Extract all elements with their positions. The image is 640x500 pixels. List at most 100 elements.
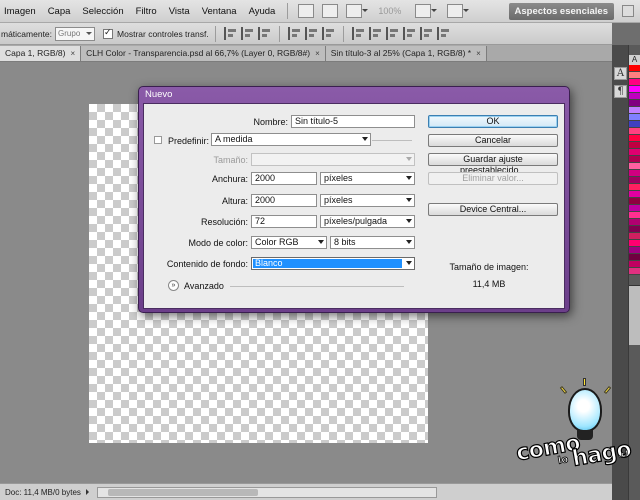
- distribute-center-icon[interactable]: [419, 27, 433, 40]
- horizontal-scrollbar[interactable]: [96, 486, 437, 498]
- lightbulb-icon: [568, 388, 602, 432]
- align-bottom-icon[interactable]: [257, 27, 271, 40]
- name-label: Nombre:: [253, 117, 288, 127]
- device-central-button[interactable]: Device Central...: [428, 203, 558, 216]
- distribute-right-icon[interactable]: [436, 27, 450, 40]
- menu-seleccion[interactable]: Selección: [76, 6, 129, 17]
- color-swatch[interactable]: [629, 65, 640, 72]
- width-unit-dropdown[interactable]: píxeles: [320, 172, 415, 185]
- menu-capa[interactable]: Capa: [42, 6, 77, 17]
- color-swatch[interactable]: [629, 114, 640, 121]
- distribute-top-icon[interactable]: [351, 27, 365, 40]
- workspace-switcher[interactable]: Aspectos esenciales: [508, 3, 614, 20]
- color-swatch[interactable]: [629, 149, 640, 156]
- menu-vista[interactable]: Vista: [163, 6, 196, 17]
- save-preset-button[interactable]: Guardar ajuste preestablecido...: [428, 153, 558, 175]
- color-swatch[interactable]: [629, 100, 640, 107]
- color-swatch[interactable]: [629, 163, 640, 170]
- preset-dropdown[interactable]: A medida: [211, 133, 371, 146]
- color-swatch[interactable]: [629, 254, 640, 261]
- ok-button[interactable]: OK: [428, 115, 558, 128]
- height-input[interactable]: 2000: [251, 194, 317, 207]
- distribute-left-icon[interactable]: [402, 27, 416, 40]
- color-swatch[interactable]: [629, 128, 640, 135]
- color-swatch[interactable]: [629, 86, 640, 93]
- expand-advanced-icon[interactable]: »: [168, 280, 179, 291]
- document-tabs: Capa 1, RGB/8) × CLH Color - Transparenc…: [0, 45, 612, 62]
- bridge-icon[interactable]: [298, 4, 315, 18]
- resolution-input[interactable]: 72: [251, 215, 317, 228]
- background-contents-dropdown[interactable]: Blanco: [251, 257, 415, 270]
- color-swatch[interactable]: [629, 198, 640, 205]
- menu-imagen[interactable]: Imagen: [0, 6, 42, 17]
- color-swatch[interactable]: [629, 219, 640, 226]
- color-swatch[interactable]: [629, 233, 640, 240]
- cancel-button[interactable]: Cancelar: [428, 134, 558, 147]
- scrollbar-thumb[interactable]: [107, 488, 258, 496]
- resolution-unit-value: píxeles/pulgada: [324, 216, 388, 226]
- align-top-icon[interactable]: [223, 27, 237, 40]
- close-icon[interactable]: ×: [315, 46, 320, 61]
- color-swatch[interactable]: [629, 72, 640, 79]
- color-swatch[interactable]: [629, 170, 640, 177]
- align-middle-icon[interactable]: [240, 27, 254, 40]
- close-icon[interactable]: ×: [70, 46, 75, 61]
- advanced-label: Avanzado: [184, 281, 224, 291]
- paragraph-panel-icon[interactable]: ¶: [614, 85, 627, 98]
- show-transform-checkbox[interactable]: [103, 27, 114, 39]
- tab-document-3[interactable]: Sin título-3 al 25% (Capa 1, RGB/8) * ×: [325, 46, 487, 61]
- menu-filtro[interactable]: Filtro: [130, 6, 163, 17]
- resolution-unit-dropdown[interactable]: píxeles/pulgada: [320, 215, 415, 228]
- status-menu-arrow-icon[interactable]: [85, 487, 93, 497]
- align-right-icon[interactable]: [321, 27, 335, 40]
- panel-options-icon[interactable]: [622, 5, 634, 17]
- color-swatch[interactable]: [629, 212, 640, 219]
- fieldset-top-line: [372, 140, 412, 141]
- auto-select-dropdown[interactable]: Grupo: [55, 26, 96, 41]
- distribute-middle-icon[interactable]: [368, 27, 382, 40]
- arrange-documents-icon[interactable]: [415, 4, 438, 18]
- color-swatch[interactable]: [629, 156, 640, 163]
- screen-mode-icon[interactable]: [447, 4, 470, 18]
- new-document-dialog: Nuevo Nombre: Sin título-5 Predefinir: A…: [138, 86, 570, 313]
- color-swatch[interactable]: [629, 135, 640, 142]
- bit-depth-dropdown[interactable]: 8 bits: [330, 236, 415, 249]
- color-swatch[interactable]: [629, 205, 640, 212]
- extras-icon[interactable]: [346, 4, 369, 18]
- color-swatch[interactable]: [629, 268, 640, 275]
- name-input[interactable]: Sin título-5: [291, 115, 415, 128]
- color-swatch[interactable]: [629, 261, 640, 268]
- color-swatch[interactable]: [629, 79, 640, 86]
- color-swatch[interactable]: [629, 121, 640, 128]
- height-unit-dropdown[interactable]: píxeles: [320, 194, 415, 207]
- color-mode-dropdown[interactable]: Color RGB: [251, 236, 327, 249]
- color-swatch[interactable]: [629, 93, 640, 100]
- width-input[interactable]: 2000: [251, 172, 317, 185]
- chevron-down-icon: [406, 240, 412, 247]
- align-left-icon[interactable]: [287, 27, 301, 40]
- color-swatch[interactable]: [629, 107, 640, 114]
- color-swatch[interactable]: [629, 184, 640, 191]
- delete-preset-button[interactable]: Eliminar valor...: [428, 172, 558, 185]
- tab-document-2[interactable]: CLH Color - Transparencia.psd al 66,7% (…: [81, 46, 326, 61]
- menubar-separator: [287, 3, 289, 19]
- character-panel-icon[interactable]: A: [614, 67, 627, 80]
- close-icon[interactable]: ×: [476, 46, 481, 61]
- size-dropdown[interactable]: [251, 153, 415, 166]
- align-center-icon[interactable]: [304, 27, 318, 40]
- menu-ayuda[interactable]: Ayuda: [243, 6, 282, 17]
- tab-document-1[interactable]: Capa 1, RGB/8) ×: [0, 46, 82, 61]
- color-swatch[interactable]: [629, 226, 640, 233]
- menu-ventana[interactable]: Ventana: [196, 6, 243, 17]
- preset-group-checkbox[interactable]: [154, 136, 162, 144]
- distribute-bottom-icon[interactable]: [385, 27, 399, 40]
- color-swatch[interactable]: [629, 240, 640, 247]
- color-swatch[interactable]: [629, 191, 640, 198]
- color-swatch[interactable]: [629, 142, 640, 149]
- color-swatch[interactable]: [629, 177, 640, 184]
- optbar-separator-2: [278, 25, 280, 42]
- zoom-level[interactable]: 100%: [378, 6, 401, 16]
- optbar-separator: [214, 25, 216, 42]
- color-swatch[interactable]: [629, 247, 640, 254]
- minibridge-icon[interactable]: [322, 4, 339, 18]
